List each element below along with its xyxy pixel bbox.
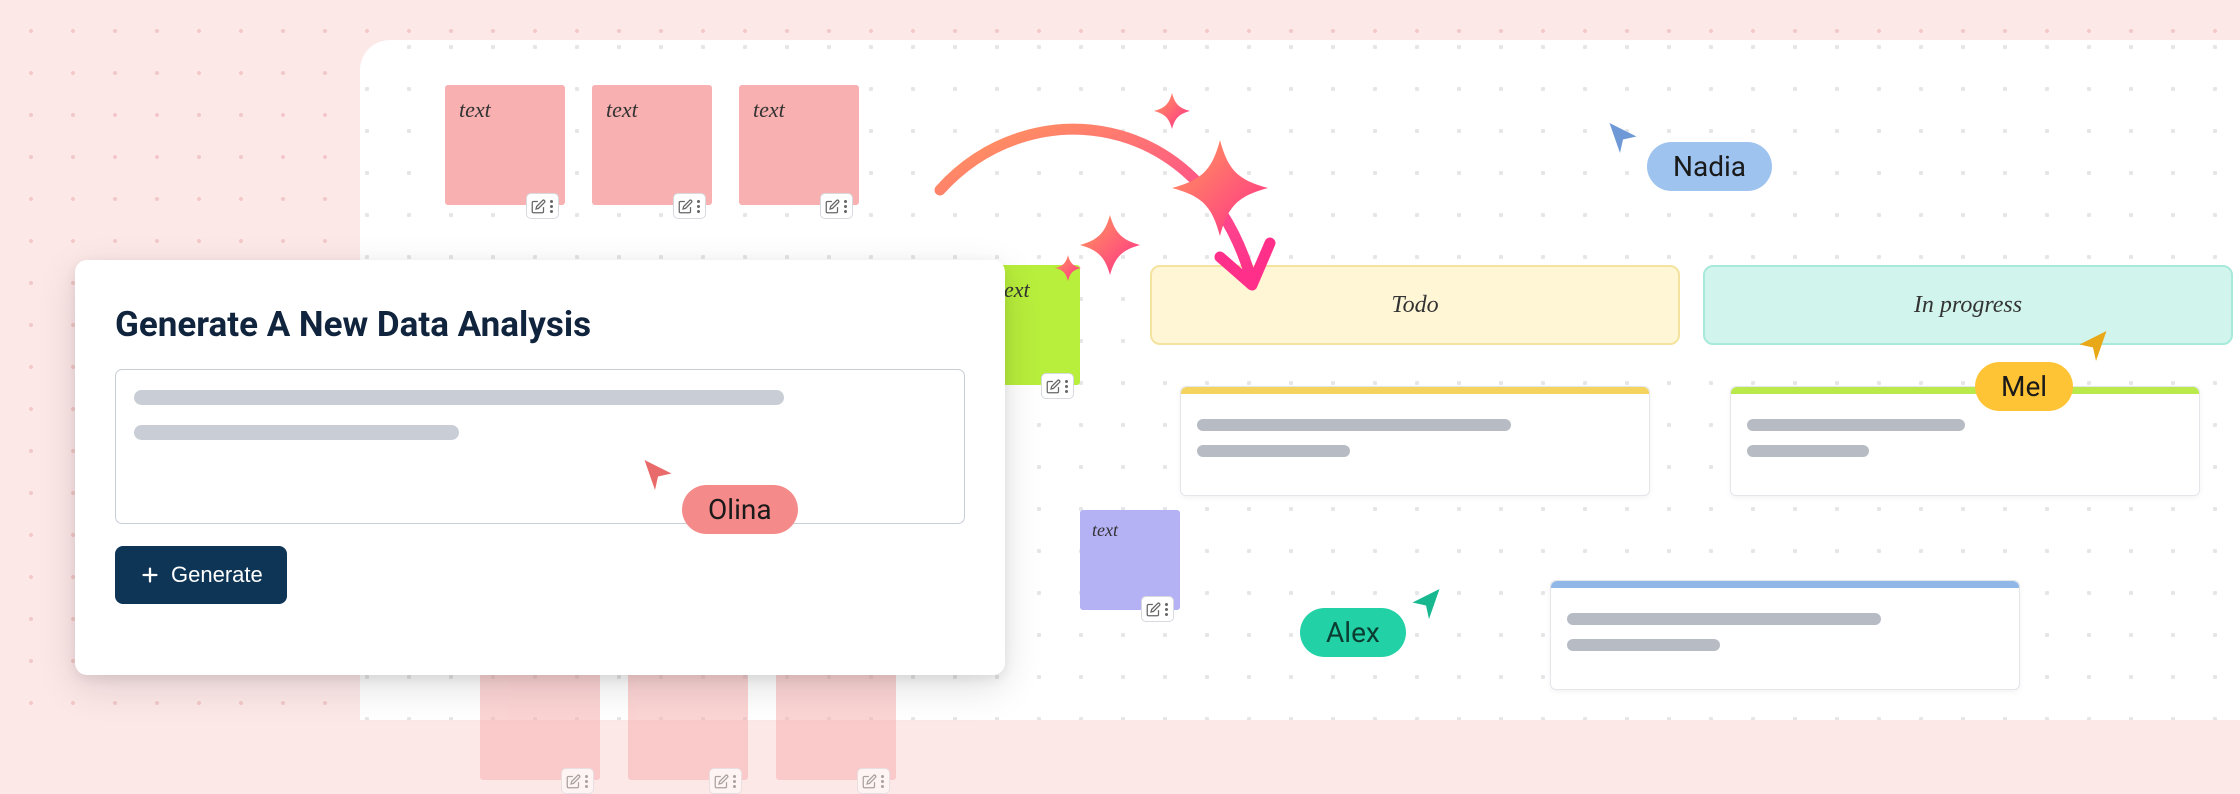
- edit-icon: [566, 774, 581, 789]
- cursor-pointer-icon: [1605, 120, 1641, 156]
- prompt-textarea[interactable]: [115, 369, 965, 524]
- panel-title: Generate A New Data Analysis: [115, 304, 965, 345]
- sticky-controls[interactable]: [857, 768, 890, 794]
- sticky-controls[interactable]: [526, 193, 559, 219]
- card-stripe: [1731, 387, 2199, 394]
- sticky-note-pink[interactable]: [628, 660, 748, 780]
- cursor-pointer-icon: [1408, 586, 1444, 622]
- card-text-placeholder: [1747, 419, 1965, 431]
- input-placeholder-line: [134, 390, 784, 405]
- column-title: In progress: [1914, 292, 2022, 319]
- cursor-label: Mel: [1975, 362, 2073, 411]
- cursor-label: Alex: [1300, 608, 1406, 657]
- input-placeholder-line: [134, 425, 459, 440]
- sticky-controls[interactable]: [1141, 596, 1174, 622]
- more-icon: [585, 774, 589, 789]
- more-icon: [844, 199, 848, 214]
- sticky-text: text: [606, 97, 638, 122]
- edit-icon: [862, 774, 877, 789]
- sticky-text: text: [753, 97, 785, 122]
- column-in-progress[interactable]: In progress: [1703, 265, 2233, 345]
- sticky-note-purple[interactable]: text: [1080, 510, 1180, 610]
- card-text-placeholder: [1747, 445, 1869, 457]
- kanban-card-todo-1[interactable]: [1180, 386, 1650, 496]
- sticky-controls[interactable]: [561, 768, 594, 794]
- card-text-placeholder: [1197, 419, 1511, 431]
- edit-icon: [531, 199, 546, 214]
- sparkle-icon: [980, 85, 1300, 305]
- edit-icon: [1046, 379, 1061, 394]
- card-text-placeholder: [1197, 445, 1350, 457]
- cursor-label: Nadia: [1647, 142, 1772, 191]
- kanban-card-floating[interactable]: [1550, 580, 2020, 690]
- card-stripe: [1181, 387, 1649, 394]
- sticky-controls[interactable]: [820, 193, 853, 219]
- cursor-pointer-icon: [640, 457, 676, 493]
- sticky-note-pink[interactable]: [480, 660, 600, 780]
- card-text-placeholder: [1567, 639, 1720, 651]
- edit-icon: [678, 199, 693, 214]
- edit-icon: [714, 774, 729, 789]
- sticky-text: text: [459, 97, 491, 122]
- sticky-note-pink[interactable]: [776, 660, 896, 780]
- card-text-placeholder: [1567, 613, 1881, 625]
- sticky-note-pink-2[interactable]: text: [592, 85, 712, 205]
- sticky-controls[interactable]: [673, 193, 706, 219]
- more-icon: [733, 774, 737, 789]
- sticky-controls[interactable]: [1041, 373, 1074, 399]
- cursor-label: Olina: [682, 485, 798, 534]
- more-icon: [1065, 379, 1069, 394]
- more-icon: [550, 199, 554, 214]
- generate-button[interactable]: Generate: [115, 546, 287, 604]
- sticky-controls[interactable]: [709, 768, 742, 794]
- edit-icon: [1146, 602, 1161, 617]
- sticky-row-bottom: [480, 660, 896, 780]
- sticky-text: text: [1092, 520, 1118, 540]
- edit-icon: [825, 199, 840, 214]
- more-icon: [881, 774, 885, 789]
- generate-panel: Generate A New Data Analysis Generate: [75, 260, 1005, 675]
- cursor-pointer-icon: [2075, 328, 2111, 364]
- sticky-note-pink-3[interactable]: text: [739, 85, 859, 205]
- sticky-note-pink-1[interactable]: text: [445, 85, 565, 205]
- more-icon: [1165, 602, 1169, 617]
- generate-button-label: Generate: [171, 562, 263, 588]
- column-title: Todo: [1391, 292, 1438, 319]
- plus-icon: [139, 564, 161, 586]
- card-stripe: [1551, 581, 2019, 588]
- more-icon: [697, 199, 701, 214]
- kanban-card-progress-1[interactable]: [1730, 386, 2200, 496]
